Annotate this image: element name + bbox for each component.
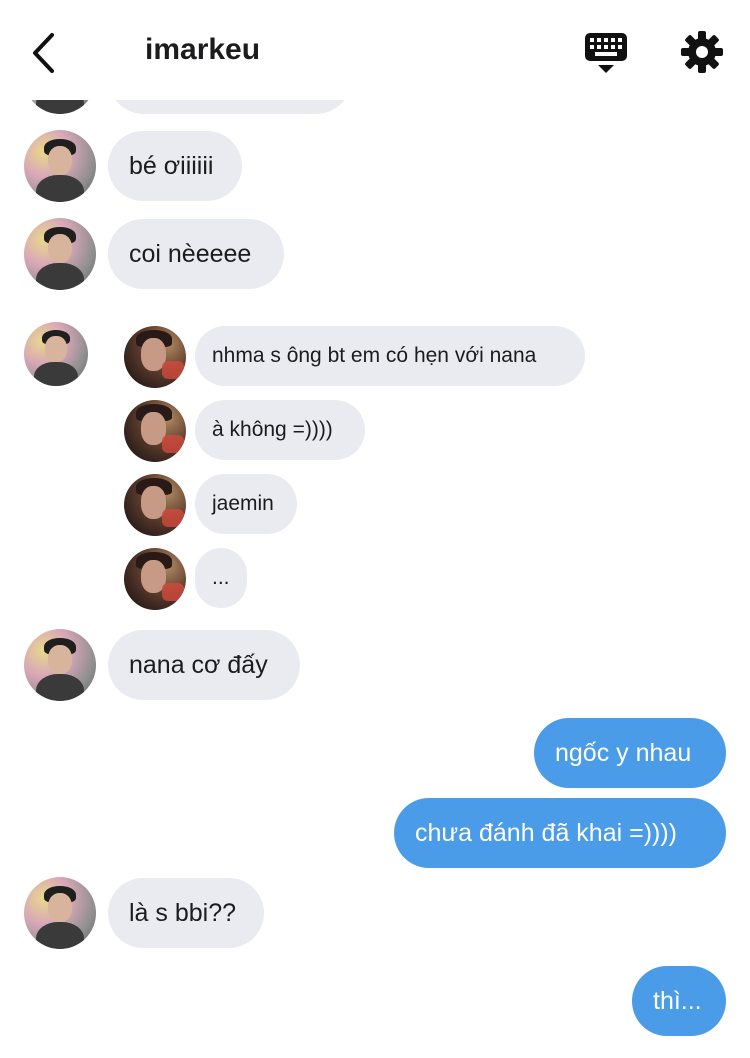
quoted-avatar — [124, 400, 186, 462]
avatar[interactable] — [24, 322, 88, 386]
quoted-avatar — [124, 326, 186, 388]
quoted-message-text: nhma s ông bt em có hẹn với nana — [212, 344, 537, 367]
avatar[interactable] — [24, 629, 96, 701]
sent-message-bubble[interactable]: ngốc y nhau — [534, 718, 726, 788]
message-bubble[interactable]: nana cơ đấy — [108, 630, 300, 700]
message-bubble[interactable]: coi nèeeee — [108, 219, 284, 289]
quoted-message-text: jaemin — [212, 492, 274, 515]
message-text: coi nèeeee — [129, 239, 252, 268]
quoted-message-text: à không =)))) — [212, 418, 333, 441]
gear-icon — [681, 31, 723, 73]
quoted-avatar — [124, 474, 186, 536]
sent-message-bubble[interactable]: thì... — [632, 966, 726, 1036]
settings-button[interactable] — [680, 30, 724, 74]
back-button[interactable] — [28, 30, 64, 76]
quoted-message-bubble[interactable]: nhma s ông bt em có hẹn với nana — [195, 326, 585, 386]
avatar[interactable] — [24, 218, 96, 290]
avatar[interactable] — [24, 877, 96, 949]
message-text: bé ơiiiiii — [129, 151, 214, 180]
quoted-message-bubble[interactable]: ... — [195, 548, 247, 608]
message-bubble[interactable]: là s bbi?? — [108, 878, 264, 948]
quoted-avatar — [124, 548, 186, 610]
message-text: nana cơ đấy — [129, 650, 268, 679]
message-bubble[interactable]: bé ơiiiiii — [108, 131, 242, 201]
message-text: thì... — [653, 986, 702, 1015]
keyboard-button[interactable] — [583, 30, 629, 76]
avatar[interactable] — [24, 130, 96, 202]
quoted-message-bubble[interactable]: jaemin — [195, 474, 297, 534]
message-text: là s bbi?? — [129, 898, 237, 927]
quoted-message-bubble[interactable]: à không =)))) — [195, 400, 365, 460]
quoted-message-text: ... — [212, 566, 230, 589]
page-title[interactable]: imarkeu — [145, 33, 260, 67]
message-text: chưa đánh đã khai =)))) — [415, 818, 678, 847]
chat-header: imarkeu — [0, 0, 750, 100]
chevron-left-icon — [33, 33, 54, 73]
keyboard-icon — [585, 33, 627, 73]
sent-message-bubble[interactable]: chưa đánh đã khai =)))) — [394, 798, 726, 868]
message-text: ngốc y nhau — [555, 738, 692, 767]
